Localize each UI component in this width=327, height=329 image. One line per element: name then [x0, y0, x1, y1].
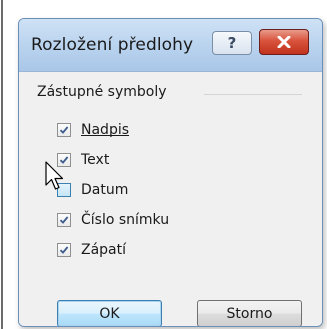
checkbox-cislo-snimku[interactable]: Číslo snímku: [57, 210, 169, 230]
check-icon: [59, 246, 69, 254]
checkbox-label: Zápatí: [81, 242, 127, 258]
dialog-titlebar: Rozložení předlohy ?: [19, 19, 322, 72]
check-icon: [59, 216, 69, 224]
help-button[interactable]: ?: [212, 31, 252, 55]
help-icon: ?: [227, 34, 237, 52]
dialog-content: Zástupné symboly Nadpis Text Datum Číslo…: [19, 72, 322, 326]
checkbox-box[interactable]: [57, 123, 71, 137]
mouse-cursor-icon: [45, 161, 64, 190]
ok-button[interactable]: OK: [57, 300, 162, 326]
close-button[interactable]: [259, 29, 309, 55]
group-title: Zástupné symboly: [37, 84, 171, 100]
checkbox-label: Nadpis: [81, 122, 130, 138]
checkbox-label: Datum: [81, 182, 129, 198]
checkbox-box[interactable]: [57, 213, 71, 227]
window-edge: [0, 0, 10, 329]
group-divider: [204, 94, 302, 95]
checkbox-box[interactable]: [57, 243, 71, 257]
close-icon: [277, 36, 291, 48]
checkbox-nadpis[interactable]: Nadpis: [57, 120, 129, 140]
checkbox-datum[interactable]: Datum: [57, 180, 128, 200]
checkbox-label: Text: [81, 152, 110, 168]
checkbox-zapati[interactable]: Zápatí: [57, 240, 126, 260]
checkbox-label: Číslo snímku: [81, 212, 170, 228]
dialog-title: Rozložení předlohy: [31, 35, 194, 55]
cancel-button[interactable]: Storno: [197, 300, 302, 326]
check-icon: [59, 126, 69, 134]
